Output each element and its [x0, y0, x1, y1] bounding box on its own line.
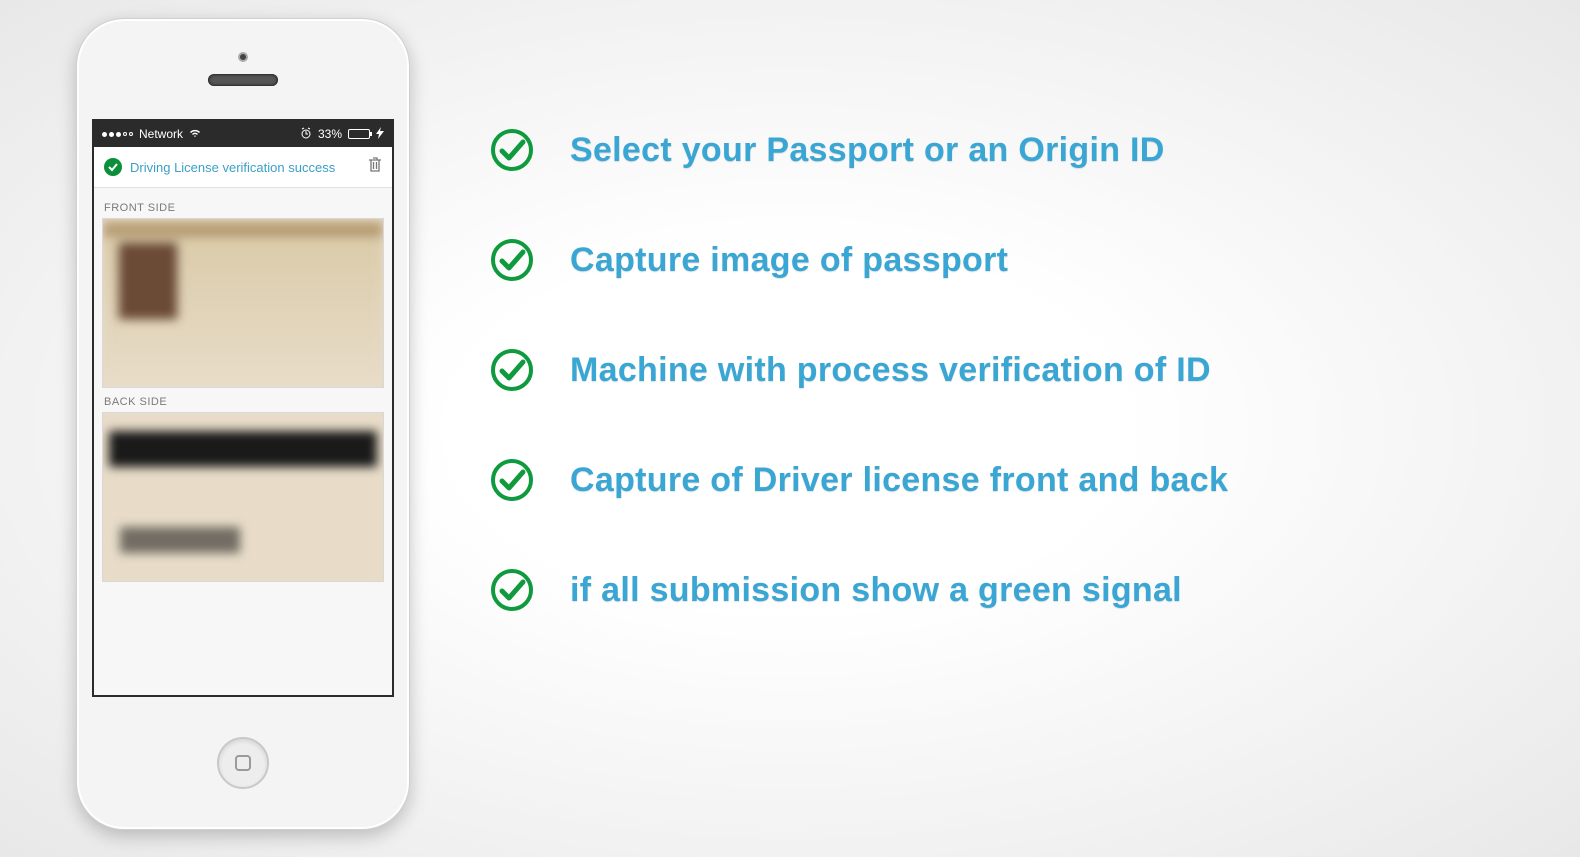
verification-message: Driving License verification success: [130, 160, 360, 175]
status-bar: Network 33%: [94, 121, 392, 147]
verification-banner: Driving License verification success: [94, 147, 392, 188]
trash-icon[interactable]: [368, 157, 382, 177]
phone-bottom-bezel: [217, 697, 269, 829]
back-side-label: BACK SIDE: [104, 396, 384, 408]
check-icon: [490, 458, 534, 502]
network-label: Network: [139, 127, 183, 141]
success-check-icon: [104, 158, 122, 176]
list-item: Capture of Driver license front and back: [490, 458, 1530, 502]
front-side-label: FRONT SIDE: [104, 202, 384, 214]
charging-bolt-icon: [376, 127, 384, 142]
phone-speaker-icon: [208, 74, 278, 86]
home-square-icon: [235, 755, 251, 771]
home-button[interactable]: [217, 737, 269, 789]
list-item: Capture image of passport: [490, 238, 1530, 282]
app-content: FRONT SIDE BACK SIDE: [94, 188, 392, 695]
step-text: Select your Passport or an Origin ID: [570, 131, 1165, 170]
check-icon: [490, 128, 534, 172]
wifi-icon: [189, 128, 201, 141]
status-right: 33%: [300, 127, 384, 142]
alarm-icon: [300, 127, 312, 142]
list-item: if all submission show a green signal: [490, 568, 1530, 612]
list-item: Select your Passport or an Origin ID: [490, 128, 1530, 172]
phone-screen: Network 33% Driving License verific: [92, 119, 394, 697]
id-back-image[interactable]: [102, 412, 384, 582]
status-left: Network: [102, 127, 201, 141]
step-text: if all submission show a green signal: [570, 571, 1182, 610]
battery-percent: 33%: [318, 127, 342, 141]
steps-list: Select your Passport or an Origin ID Cap…: [490, 128, 1530, 612]
battery-icon: [348, 129, 370, 139]
signal-dots-icon: [102, 132, 133, 137]
phone-top-bezel: [77, 19, 409, 119]
check-icon: [490, 348, 534, 392]
list-item: Machine with process verification of ID: [490, 348, 1530, 392]
phone-mockup: Network 33% Driving License verific: [76, 18, 410, 830]
id-front-image[interactable]: [102, 218, 384, 388]
check-icon: [490, 568, 534, 612]
step-text: Capture of Driver license front and back: [570, 461, 1228, 500]
check-icon: [490, 238, 534, 282]
step-text: Machine with process verification of ID: [570, 351, 1211, 390]
step-text: Capture image of passport: [570, 241, 1008, 280]
phone-camera-icon: [238, 52, 248, 62]
